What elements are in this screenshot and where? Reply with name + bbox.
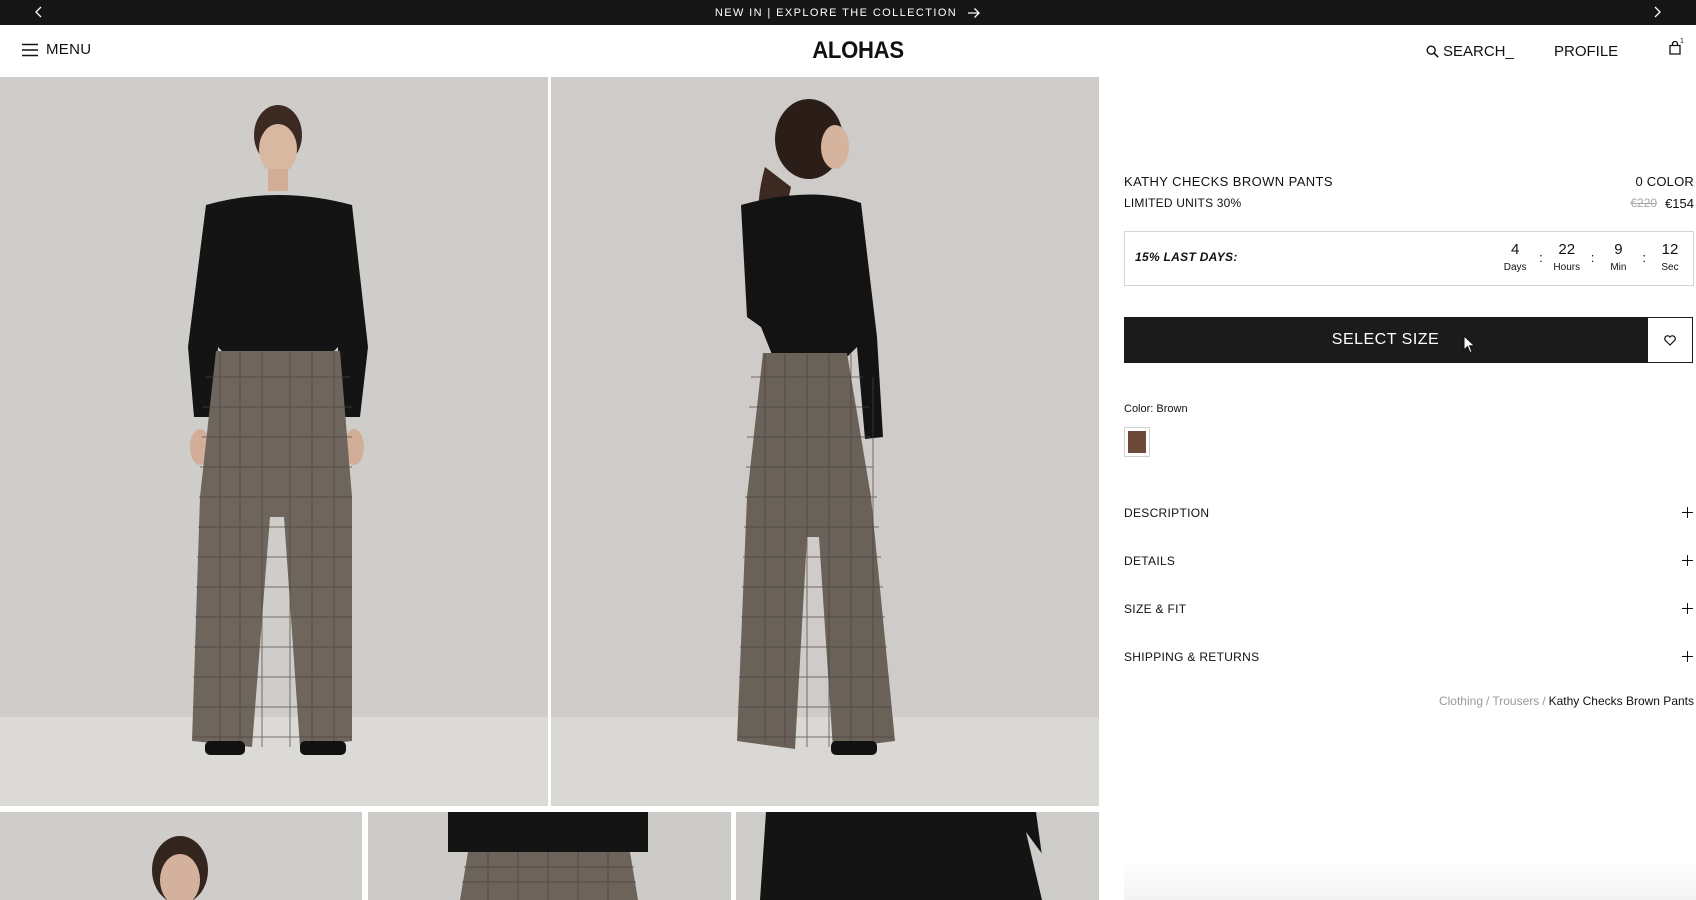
sale-price: €154: [1665, 196, 1694, 211]
countdown-separator: :: [1642, 250, 1646, 265]
countdown-unit-label: Days: [1503, 262, 1527, 273]
search-icon: [1426, 45, 1439, 58]
countdown-separator: :: [1539, 250, 1543, 265]
promo-link[interactable]: NEW IN | EXPLORE THE COLLECTION: [715, 7, 981, 19]
plus-icon: [1682, 555, 1694, 567]
accordion-size-fit[interactable]: SIZE & FIT: [1124, 599, 1694, 619]
color-swatch-brown[interactable]: [1124, 427, 1150, 457]
search-button[interactable]: SEARCH_: [1426, 43, 1514, 60]
product-thumbnail-3[interactable]: [736, 812, 1099, 900]
accordion-label: SIZE & FIT: [1124, 602, 1187, 616]
announcement-bar: NEW IN | EXPLORE THE COLLECTION: [0, 0, 1696, 25]
heart-icon: [1664, 334, 1676, 346]
accordion-label: DESCRIPTION: [1124, 506, 1210, 520]
color-label: Color: Brown: [1124, 403, 1188, 415]
countdown-value: 12: [1661, 241, 1679, 258]
plus-icon: [1682, 651, 1694, 663]
countdown-separator: :: [1590, 250, 1595, 265]
product-thumbnail-2[interactable]: [368, 812, 731, 900]
site-logo[interactable]: ALOHAS: [69, 37, 1648, 65]
countdown-value: 4: [1510, 241, 1520, 258]
accordion-label: SHIPPING & RETURNS: [1124, 650, 1260, 664]
countdown-timer: 15% LAST DAYS: 4 Days : 22 Hours : 9 Min…: [1124, 231, 1694, 286]
chevron-right-icon[interactable]: [1650, 5, 1664, 19]
countdown-days: 4 Days: [1500, 241, 1530, 273]
select-size-button[interactable]: SELECT SIZE: [1124, 317, 1647, 363]
product-thumbnail-1[interactable]: [0, 812, 362, 900]
accordion-details[interactable]: DETAILS: [1124, 551, 1694, 571]
countdown-unit-label: Sec: [1661, 262, 1679, 273]
breadcrumb-link-clothing[interactable]: Clothing: [1439, 694, 1483, 708]
plus-icon: [1682, 507, 1694, 519]
product-image-front[interactable]: [0, 77, 548, 806]
breadcrumb-separator: /: [1486, 694, 1490, 708]
search-label: SEARCH_: [1443, 43, 1514, 60]
color-count: 0 COLOR: [1635, 174, 1694, 189]
product-info-panel: KATHY CHECKS BROWN PANTS 0 COLOR LIMITED…: [1124, 77, 1696, 900]
countdown-label: 15% LAST DAYS:: [1135, 250, 1238, 264]
original-price: €220: [1630, 196, 1658, 210]
plus-icon: [1682, 603, 1694, 615]
chevron-left-icon[interactable]: [32, 5, 46, 19]
wishlist-button[interactable]: [1647, 317, 1693, 363]
countdown-unit-label: Min: [1610, 262, 1627, 273]
accordion-shipping-returns[interactable]: SHIPPING & RETURNS: [1124, 647, 1694, 667]
countdown-minutes: 9 Min: [1603, 241, 1633, 273]
breadcrumb-link-trousers[interactable]: Trousers: [1492, 694, 1539, 708]
accordion-description[interactable]: DESCRIPTION: [1124, 503, 1694, 523]
site-header: MENU ALOHAS SEARCH_ PROFILE 1: [0, 25, 1696, 77]
countdown-value: 22: [1558, 241, 1576, 258]
price-block: €220 €154: [1630, 196, 1694, 211]
countdown-units: 4 Days : 22 Hours : 9 Min : 12 Sec: [1500, 241, 1693, 273]
breadcrumb-current: Kathy Checks Brown Pants: [1548, 694, 1694, 708]
cart-count-badge: 1: [1680, 38, 1684, 45]
arrow-right-icon: [968, 7, 981, 18]
breadcrumb-separator: /: [1542, 694, 1546, 708]
swatch-fill: [1128, 431, 1146, 453]
countdown-unit-label: Hours: [1553, 262, 1581, 273]
hamburger-icon: [22, 43, 38, 56]
profile-link[interactable]: PROFILE: [1554, 43, 1618, 60]
promo-text: NEW IN | EXPLORE THE COLLECTION: [714, 6, 958, 19]
countdown-hours: 22 Hours: [1552, 241, 1582, 273]
cart-button[interactable]: 1: [1669, 38, 1687, 59]
product-image-side[interactable]: [551, 77, 1099, 806]
product-name: KATHY CHECKS BROWN PANTS: [1124, 174, 1333, 189]
breadcrumb: Clothing / Trousers / Kathy Checks Brown…: [1439, 694, 1694, 708]
countdown-value: 9: [1614, 241, 1623, 258]
limited-units-badge: LIMITED UNITS 30%: [1124, 196, 1242, 210]
countdown-seconds: 12 Sec: [1655, 241, 1685, 273]
accordion-label: DETAILS: [1124, 554, 1176, 568]
